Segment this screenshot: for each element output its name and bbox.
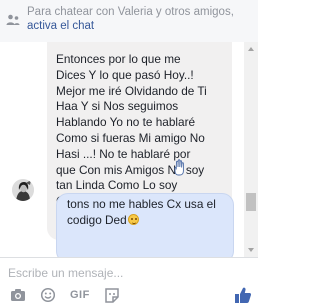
outgoing-message-content: tons no me hables Cx usa el codigo Ded bbox=[67, 197, 216, 227]
scrollbar[interactable] bbox=[244, 42, 258, 257]
outgoing-message-text: tons no me hables Cx usa el codigo Ded bbox=[67, 197, 227, 229]
sticker-icon[interactable] bbox=[104, 286, 120, 304]
like-icon[interactable] bbox=[234, 286, 252, 304]
activate-chat-link[interactable]: activa el chat bbox=[27, 20, 94, 32]
chat-notice: Para chatear con Valeria y otros amigos,… bbox=[0, 0, 258, 42]
hand-icon bbox=[174, 159, 184, 176]
emoji-icon[interactable] bbox=[40, 286, 56, 304]
message-composer: GIF bbox=[0, 257, 258, 305]
scroll-down-arrow-icon[interactable] bbox=[244, 243, 258, 257]
contacts-icon bbox=[6, 14, 20, 25]
notice-text: Para chatear con Valeria y otros amigos,… bbox=[27, 5, 249, 33]
composer-toolbar: GIF bbox=[0, 286, 258, 305]
message-input[interactable] bbox=[8, 264, 238, 282]
message-list[interactable]: Entonces por lo que me Dices Y lo que pa… bbox=[0, 42, 258, 257]
scrollbar-thumb[interactable] bbox=[246, 193, 256, 211]
contact-avatar[interactable] bbox=[12, 179, 34, 201]
camera-icon[interactable] bbox=[10, 286, 26, 304]
notice-message: Para chatear con Valeria y otros amigos, bbox=[27, 6, 234, 18]
scroll-up-arrow-icon[interactable] bbox=[244, 42, 258, 56]
smiley-emoji-icon bbox=[127, 213, 139, 225]
chat-window: Para chatear con Valeria y otros amigos,… bbox=[0, 0, 258, 305]
gif-icon[interactable]: GIF bbox=[70, 289, 90, 301]
incoming-message-text: Entonces por lo que me Dices Y lo que pa… bbox=[56, 52, 207, 208]
avatar-image bbox=[12, 179, 34, 201]
